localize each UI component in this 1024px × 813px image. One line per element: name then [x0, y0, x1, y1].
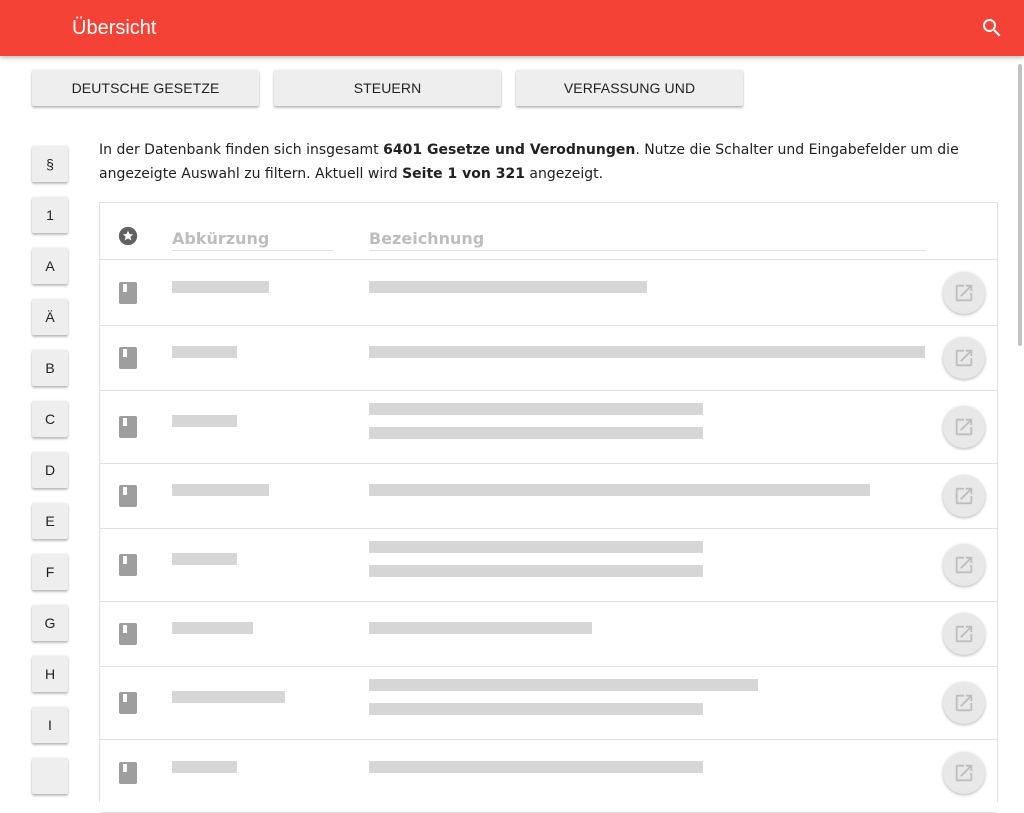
open-law-button[interactable]: [943, 272, 985, 314]
name-placeholder: [369, 346, 925, 358]
open-in-new-icon: [955, 625, 973, 643]
page-title: Übersicht: [72, 17, 157, 39]
abbreviation-placeholder: [172, 691, 285, 703]
column-header-name[interactable]: Bezeichnung: [369, 229, 926, 251]
page-indicator: Seite 1 von 321: [402, 166, 525, 182]
letter-button-more[interactable]: [32, 758, 68, 794]
letter-button[interactable]: H: [32, 656, 68, 692]
name-placeholder: [369, 703, 703, 715]
law-table: Abkürzung Bezeichnung: [99, 202, 998, 813]
open-law-button[interactable]: [943, 475, 985, 517]
name-placeholder: [369, 761, 703, 773]
open-law-button[interactable]: [943, 682, 985, 724]
letter-button[interactable]: F: [32, 554, 68, 590]
letter-button[interactable]: 1: [32, 197, 68, 233]
name-placeholder: [369, 484, 870, 496]
intro-text-part: angezeigt.: [524, 166, 604, 182]
letter-button[interactable]: E: [32, 503, 68, 539]
letter-button[interactable]: B: [32, 350, 68, 386]
abbreviation-placeholder: [172, 622, 253, 634]
book-icon: [119, 762, 137, 784]
abbreviation-placeholder: [172, 761, 237, 773]
book-icon: [119, 623, 137, 645]
book-icon: [119, 416, 137, 438]
abbreviation-placeholder: [172, 553, 237, 565]
filter-button-verfassung[interactable]: VERFASSUNG UND: [516, 70, 743, 106]
app-bar: Übersicht: [0, 0, 1024, 56]
scrollbar-thumb[interactable]: [1018, 64, 1022, 346]
abbreviation-placeholder: [172, 415, 237, 427]
name-placeholder: [369, 403, 703, 415]
letter-button[interactable]: Ä: [32, 299, 68, 335]
book-icon: [119, 692, 137, 714]
letter-button[interactable]: A: [32, 248, 68, 284]
table-row[interactable]: [100, 391, 997, 464]
open-in-new-icon: [955, 694, 973, 712]
star-circle-icon: [118, 226, 138, 246]
column-header-abbreviation[interactable]: Abkürzung: [172, 229, 333, 251]
table-row[interactable]: [100, 326, 997, 391]
table-row[interactable]: [100, 261, 997, 326]
name-placeholder: [369, 565, 703, 577]
book-icon: [119, 485, 137, 507]
open-law-button[interactable]: [943, 406, 985, 448]
letter-button[interactable]: G: [32, 605, 68, 641]
name-placeholder: [369, 622, 592, 634]
table-row[interactable]: [100, 529, 997, 602]
open-law-button[interactable]: [943, 752, 985, 794]
table-row[interactable]: [100, 740, 997, 813]
name-placeholder: [369, 679, 758, 691]
table-row[interactable]: [100, 602, 997, 667]
open-law-button[interactable]: [943, 337, 985, 379]
search-icon: [983, 19, 1001, 37]
name-placeholder: [369, 427, 703, 439]
name-placeholder: [369, 281, 647, 293]
law-count: 6401 Gesetze und Verodnungen: [383, 142, 636, 158]
open-law-button[interactable]: [943, 613, 985, 655]
book-icon: [119, 282, 137, 304]
open-in-new-icon: [955, 556, 973, 574]
table-row[interactable]: [100, 464, 997, 529]
letter-button[interactable]: D: [32, 452, 68, 488]
name-placeholder: [369, 541, 703, 553]
open-in-new-icon: [955, 284, 973, 302]
open-in-new-icon: [955, 418, 973, 436]
intro-text-part: In der Datenbank finden sich insgesamt: [99, 142, 384, 158]
open-in-new-icon: [955, 349, 973, 367]
filter-button-deutsche-gesetze[interactable]: DEUTSCHE GESETZE: [32, 70, 259, 106]
letter-button[interactable]: C: [32, 401, 68, 437]
table-header: Abkürzung Bezeichnung: [100, 203, 997, 260]
table-row[interactable]: [100, 667, 997, 740]
search-button[interactable]: [978, 14, 1006, 42]
open-in-new-icon: [955, 487, 973, 505]
abbreviation-placeholder: [172, 281, 269, 293]
letter-button[interactable]: I: [32, 707, 68, 743]
filter-button-steuern[interactable]: STEUERN: [274, 70, 501, 106]
favorite-filter[interactable]: [117, 225, 139, 251]
abbreviation-placeholder: [172, 346, 237, 358]
letter-button[interactable]: §: [32, 146, 68, 182]
intro-text: In der Datenbank finden sich insgesamt 6…: [99, 138, 989, 186]
open-in-new-icon: [955, 764, 973, 782]
book-icon: [119, 554, 137, 576]
book-icon: [119, 347, 137, 369]
open-law-button[interactable]: [943, 544, 985, 586]
abbreviation-placeholder: [172, 484, 269, 496]
